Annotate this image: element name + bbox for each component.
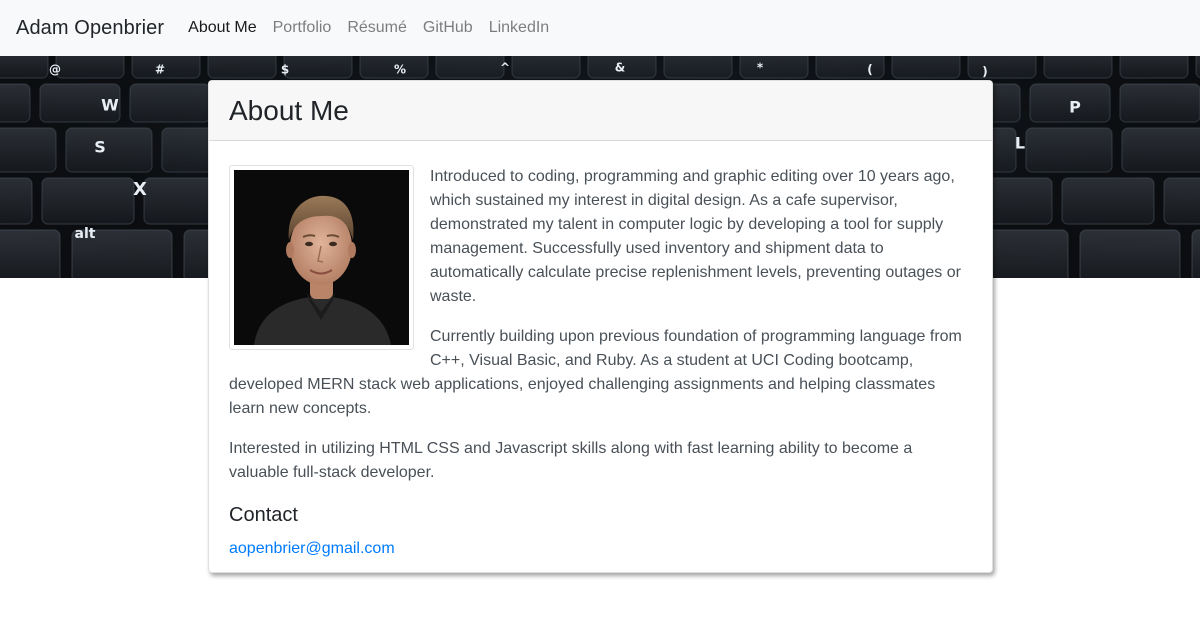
keycap-legend: X [133,179,147,200]
keycap-legend: L [1015,134,1025,153]
navbar: Adam Openbrier About Me Portfolio Résumé… [0,0,1200,56]
card-header: About Me [209,81,992,141]
nav-links: About Me Portfolio Résumé GitHub LinkedI… [180,19,557,37]
keycap-legend: ) [982,65,987,79]
portrait-image [234,170,409,345]
keycap-legend: # [155,63,165,77]
nav-link-portfolio[interactable]: Portfolio [265,19,340,37]
brand-link[interactable]: Adam Openbrier [16,17,164,40]
keycap-legend: W [101,96,119,115]
keycap-legend: P [1069,98,1081,117]
keycap-legend: @ [49,63,61,77]
keycap-legend: S [94,138,106,157]
profile-photo [229,165,414,350]
card-title: About Me [229,94,349,126]
nav-link-resume[interactable]: Résumé [339,19,415,37]
keycap-legend: % [394,63,406,77]
keycap-legend: ( [867,63,872,77]
contact-heading: Contact [229,504,298,526]
nav-link-github[interactable]: GitHub [415,19,481,37]
nav-link-about-me[interactable]: About Me [180,19,264,37]
nav-link-linkedin[interactable]: LinkedIn [481,19,558,37]
keycap-legend: ^ [500,61,510,75]
bio-paragraph-3: Interested in utilizing HTML CSS and Jav… [229,440,913,481]
about-card: About Me Introduced to coding, programmi… [208,80,993,573]
keycap-legend: & [615,61,625,75]
keycap-legend: alt [75,226,96,242]
keycap-legend: $ [281,63,289,77]
contact-email-link[interactable]: aopenbrier@gmail.com [229,540,395,557]
card-body: Introduced to coding, programming and gr… [209,141,992,561]
keycap-legend: * [757,61,764,75]
